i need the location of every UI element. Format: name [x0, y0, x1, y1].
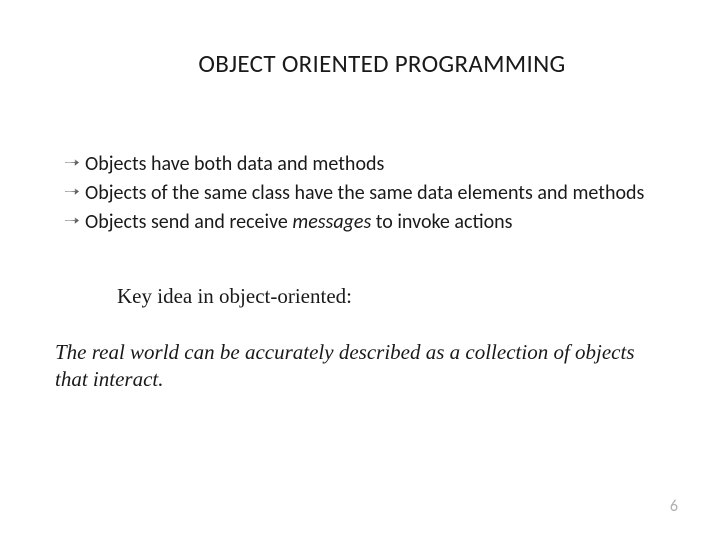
description-text: The real world can be accurately describ… — [55, 339, 665, 394]
bullet-item-2: Objects of the same class have the same … — [65, 180, 665, 207]
key-idea-heading: Key idea in object-oriented: — [55, 284, 665, 309]
bullet-item-1: Objects have both data and methods — [65, 151, 665, 178]
bullet-text-1: Objects have both data and methods — [85, 152, 384, 176]
arrow-bullet-icon — [65, 186, 79, 197]
arrow-bullet-icon — [65, 157, 79, 168]
bullet-item-3: Objects send and receive messages to inv… — [65, 209, 665, 236]
bullet-text-3a: Objects send and receive — [85, 210, 292, 234]
page-number: 6 — [670, 497, 678, 516]
slide-container: OBJECT ORIENTED PROGRAMMING Objects have… — [0, 0, 720, 540]
slide-title: OBJECT ORIENTED PROGRAMMING — [55, 48, 665, 79]
bullet-text-2: Objects of the same class have the same … — [85, 181, 644, 205]
bullet-text-3b: to invoke actions — [371, 210, 512, 234]
arrow-bullet-icon — [65, 215, 79, 226]
bullet-list: Objects have both data and methods Objec… — [55, 151, 665, 236]
bullet-text-3-italic: messages — [292, 210, 371, 234]
